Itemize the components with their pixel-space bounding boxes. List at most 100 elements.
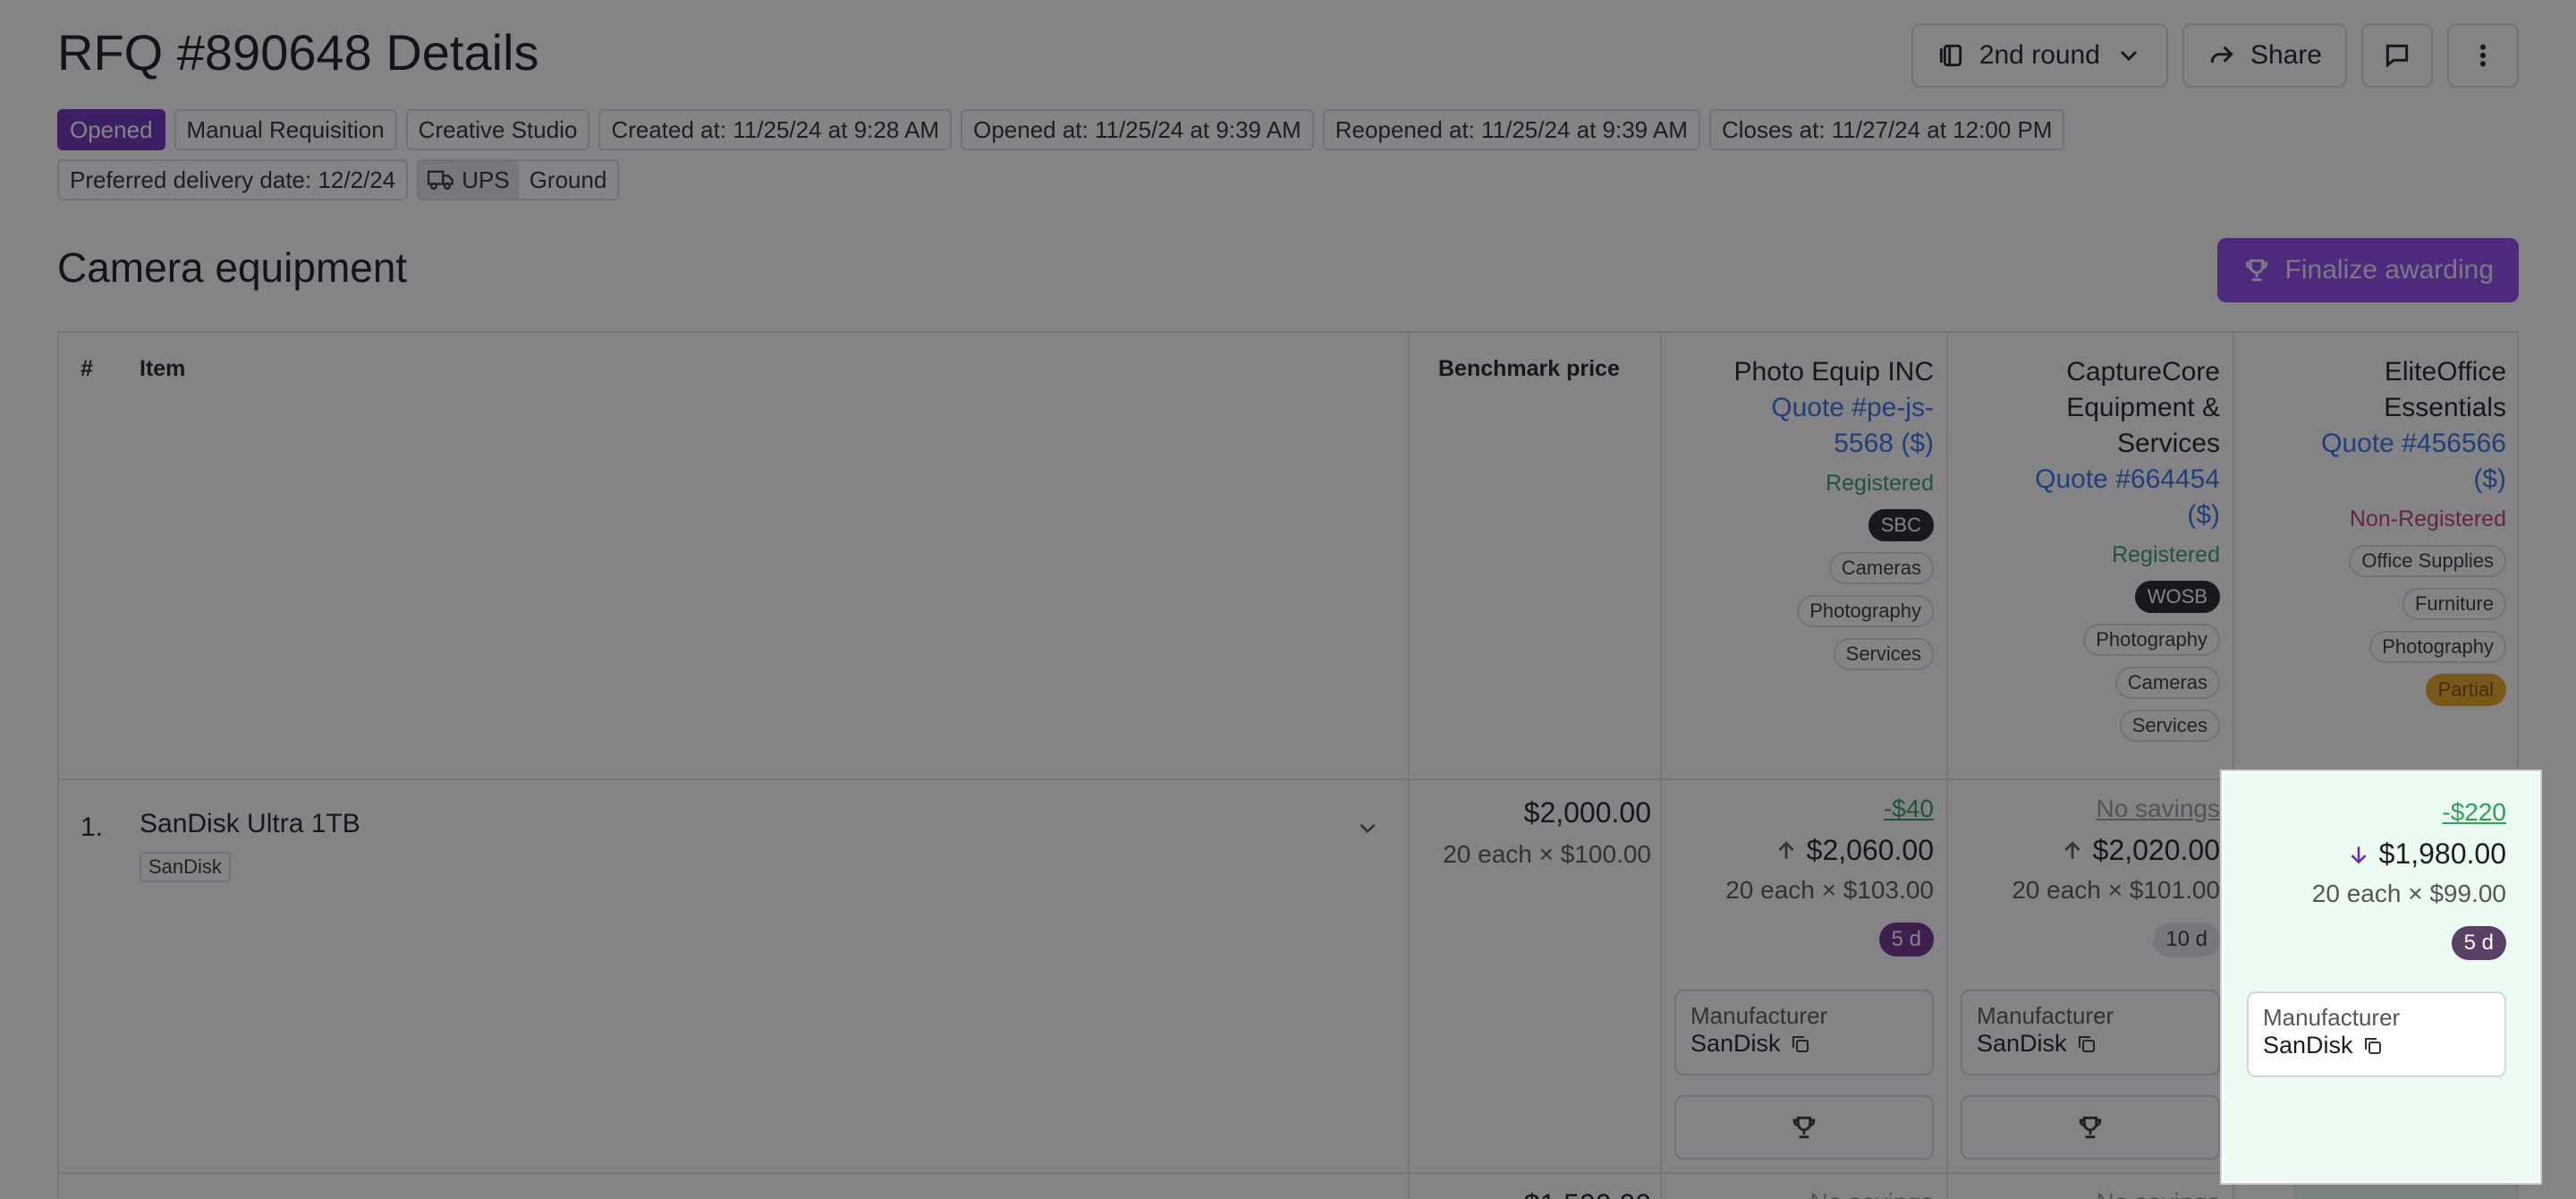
finalize-awarding-button[interactable]: Finalize awarding bbox=[2216, 238, 2519, 302]
comment-icon bbox=[2385, 44, 2409, 68]
vendor-header-photo-equip: Photo Equip INC Quote #pe-js- 5568 ($) R… bbox=[1678, 354, 1934, 670]
manufacturer-name: SanDisk bbox=[2263, 1032, 2353, 1059]
manufacturer-value: SanDisk bbox=[1690, 1030, 1918, 1058]
savings-link[interactable]: -$220 bbox=[2238, 798, 2506, 827]
round-select-button[interactable]: 2nd round bbox=[1911, 23, 2168, 88]
vendor-status: Non-Registered bbox=[2349, 506, 2506, 531]
bid-cell-vendor-2: No savings $2,020.00 20 each × $101.00 1… bbox=[1948, 795, 2220, 957]
vendor-name-line: Services bbox=[2116, 429, 2220, 458]
arrow-up-icon bbox=[2064, 840, 2080, 859]
expand-row-chevron-icon[interactable] bbox=[1356, 816, 1379, 839]
arrow-up-icon bbox=[1778, 840, 1794, 859]
reopened-at-tag: Reopened at: 11/25/24 at 9:39 AM bbox=[1322, 109, 1700, 150]
next-row-savings: No savings bbox=[1662, 1188, 1934, 1199]
bid-price: $2,060.00 bbox=[1662, 834, 1934, 867]
created-at-tag: Created at: 11/25/24 at 9:28 AM bbox=[598, 109, 953, 150]
benchmark-sub: 20 each × $100.00 bbox=[1443, 840, 1651, 868]
manufacturer-value: SanDisk bbox=[1977, 1030, 2204, 1058]
manufacturer-box: Manufacturer SanDisk bbox=[1674, 990, 1934, 1076]
vendor-quote-link[interactable]: Quote #pe-js- 5568 ($) bbox=[1771, 390, 1934, 462]
vendor-name-line: CaptureCore bbox=[2066, 357, 2220, 387]
bid-sub: 20 each × $99.00 bbox=[2311, 880, 2506, 907]
vendor-name-line: Equipment & bbox=[2066, 393, 2220, 422]
item-name: SanDisk Ultra 1TB bbox=[140, 809, 360, 838]
opened-at-tag: Opened at: 11/25/24 at 9:39 AM bbox=[961, 109, 1314, 150]
column-divider bbox=[1660, 333, 1662, 1199]
closes-at-tag: Closes at: 11/27/24 at 12:00 PM bbox=[1708, 109, 2065, 150]
page-title: RFQ #890648 Details bbox=[57, 24, 539, 81]
next-row-savings: No savings bbox=[1948, 1188, 2220, 1199]
copy-icon[interactable] bbox=[2362, 1035, 2384, 1057]
page: RFQ #890648 Details 2nd round Share Open… bbox=[0, 0, 2576, 1199]
vendor-name-line: Essentials bbox=[2384, 393, 2506, 422]
carrier: UPS bbox=[419, 161, 519, 199]
row-divider bbox=[59, 1172, 2517, 1174]
quote-line: ($) bbox=[2473, 464, 2506, 494]
quote-line: ($) bbox=[2187, 500, 2220, 530]
manufacturer-label: Manufacturer bbox=[2263, 1004, 2401, 1031]
comparison-table: # Item Benchmark price Photo Equip INC Q… bbox=[57, 331, 2519, 1199]
vendor-chip: Photography bbox=[2083, 624, 2220, 656]
lead-time-badge: 10 d bbox=[2153, 923, 2220, 957]
share-icon bbox=[2210, 46, 2233, 63]
vendor-chip: Office Supplies bbox=[2349, 545, 2506, 577]
shipping-tag: UPS Ground bbox=[417, 159, 620, 200]
vendor-name: EliteOffice Essentials bbox=[2384, 354, 2506, 426]
organization-tag: Creative Studio bbox=[405, 109, 590, 150]
vendor-chips: SBC Cameras Photography Services bbox=[1797, 509, 1934, 670]
requisition-type-tag: Manual Requisition bbox=[174, 109, 397, 150]
vendor-quote-link[interactable]: Quote #664454 ($) bbox=[2035, 462, 2220, 533]
bid-price: $2,020.00 bbox=[1948, 834, 2220, 867]
vendor-chip: Services bbox=[2119, 710, 2220, 742]
vendor-header-capturecore: CaptureCore Equipment & Services Quote #… bbox=[1964, 354, 2220, 742]
bid-sub: 20 each × $103.00 bbox=[1725, 876, 1934, 904]
vendor-chip: SBC bbox=[1868, 509, 1934, 541]
vendor-status: Registered bbox=[1826, 471, 1934, 496]
manufacturer-box: Manufacturer SanDisk bbox=[2247, 991, 2506, 1077]
comments-button[interactable] bbox=[2361, 23, 2433, 88]
quote-line: Quote #456566 bbox=[2321, 429, 2506, 458]
highlighted-winning-bid: -$220 $1,980.00 20 each × $99.00 5 d Man… bbox=[2222, 771, 2540, 1183]
vendor-name: Photo Equip INC bbox=[1733, 357, 1934, 387]
vendor-name-line: EliteOffice bbox=[2384, 357, 2506, 387]
chevron-down-icon bbox=[2120, 50, 2137, 62]
quote-line: Quote #pe-js- bbox=[1771, 393, 1934, 422]
award-button[interactable] bbox=[1961, 1095, 2220, 1160]
columns-icon bbox=[1939, 44, 1962, 67]
partial-badge: Partial bbox=[2425, 674, 2506, 706]
vendor-chip: Photography bbox=[1797, 595, 1934, 627]
header-actions: 2nd round Share bbox=[1911, 23, 2519, 88]
lead-time-badge: 5 d bbox=[2451, 926, 2506, 960]
vendor-chip: Photography bbox=[2369, 631, 2506, 663]
savings-link[interactable]: -$40 bbox=[1662, 795, 1934, 823]
bid-price-value: $2,020.00 bbox=[2092, 834, 2220, 866]
vendor-quote-link[interactable]: Quote #456566 ($) bbox=[2321, 426, 2506, 497]
ship-mode-label: Ground bbox=[529, 166, 607, 193]
vendor-chip: Services bbox=[1833, 638, 1934, 670]
finalize-label: Finalize awarding bbox=[2284, 255, 2494, 285]
more-vertical-icon bbox=[2479, 44, 2487, 67]
copy-icon[interactable] bbox=[1790, 1033, 1811, 1055]
vendor-chip: Cameras bbox=[2114, 667, 2220, 699]
trophy-icon bbox=[2245, 259, 2267, 282]
award-button[interactable] bbox=[1674, 1095, 1934, 1160]
savings-link[interactable]: No savings bbox=[1948, 795, 2220, 823]
bid-price-value: $1,980.00 bbox=[2378, 838, 2506, 870]
manufacturer-label: Manufacturer bbox=[1690, 1002, 1828, 1029]
share-button[interactable]: Share bbox=[2182, 23, 2347, 88]
delivery-date-tag: Preferred delivery date: 12/2/24 bbox=[57, 159, 409, 200]
vendor-status: Registered bbox=[2112, 542, 2220, 567]
trophy-icon bbox=[1792, 1116, 1816, 1139]
row-number: 1. bbox=[80, 812, 104, 842]
manufacturer-name: SanDisk bbox=[1690, 1030, 1781, 1057]
share-label: Share bbox=[2250, 40, 2322, 70]
more-options-button[interactable] bbox=[2447, 23, 2519, 88]
vendor-chip: Cameras bbox=[1828, 552, 1934, 584]
manufacturer-name: SanDisk bbox=[1977, 1030, 2067, 1057]
vendor-chip: Furniture bbox=[2402, 588, 2506, 620]
manufacturer-label: Manufacturer bbox=[1977, 1002, 2114, 1029]
round-label: 2nd round bbox=[1979, 40, 2100, 70]
bid-price-value: $2,060.00 bbox=[1806, 834, 1934, 866]
copy-icon[interactable] bbox=[2076, 1033, 2097, 1055]
trophy-icon bbox=[2079, 1116, 2102, 1139]
